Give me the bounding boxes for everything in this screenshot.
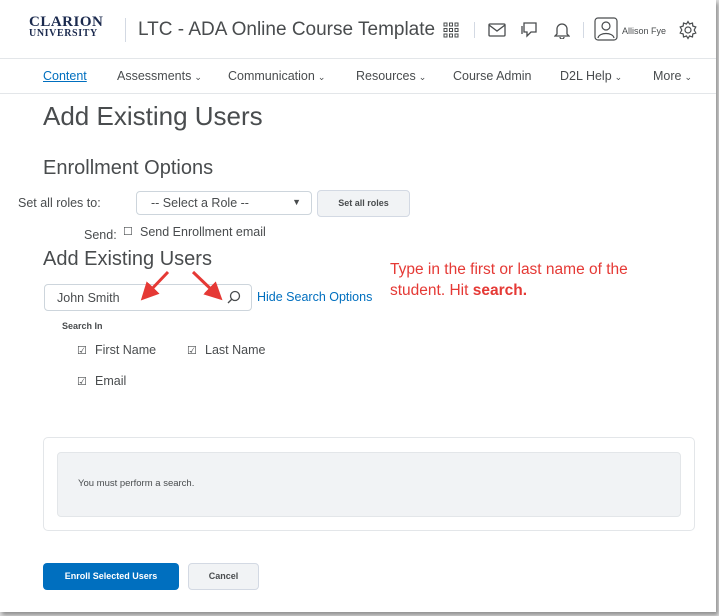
nav-item-content[interactable]: Content (43, 69, 87, 83)
logo-line1: CLARION (29, 14, 104, 30)
university-logo[interactable]: CLARION UNIVERSITY (29, 14, 104, 40)
role-select[interactable]: -- Select a Role -- ▼ (136, 191, 312, 215)
nav-item-label: Assessments (117, 69, 192, 83)
chevron-down-icon: ⌄ (418, 72, 427, 82)
nav-item-label: Communication (228, 69, 315, 83)
nav-item-label: D2L Help (560, 69, 612, 83)
course-navbar: Content Assessments ⌄ Communication ⌄ Reso… (0, 59, 716, 94)
hide-search-options-link[interactable]: Hide Search Options (257, 290, 372, 304)
set-all-roles-label: Set all roles to: (18, 196, 101, 210)
send-email-label: Send Enrollment email (140, 225, 266, 239)
gear-icon[interactable] (677, 19, 699, 41)
add-users-heading: Add Existing Users (43, 248, 212, 270)
search-input[interactable]: John Smith (44, 284, 252, 311)
nav-item-label: More (653, 69, 682, 83)
icon-divider (474, 22, 475, 38)
top-bar: CLARION UNIVERSITY LTC - ADA Online Cour… (0, 0, 716, 59)
first-name-label: First Name (95, 343, 157, 357)
nav-item-label: Content (43, 69, 87, 83)
email-checkbox[interactable]: ☑ (77, 375, 87, 388)
nav-item-course-admin[interactable]: Course Admin (453, 69, 532, 83)
course-title[interactable]: LTC - ADA Online Course Template (138, 19, 435, 41)
send-label: Send: (84, 228, 117, 242)
last-name-label: Last Name (205, 343, 266, 357)
search-icon[interactable] (227, 290, 241, 307)
nav-item-communication[interactable]: Communication ⌄ (228, 69, 325, 83)
send-email-checkbox[interactable]: ☐ (123, 225, 133, 238)
nav-item-assessments[interactable]: Assessments ⌄ (117, 69, 202, 83)
page-title: Add Existing Users (43, 101, 263, 131)
chevron-down-icon: ⌄ (684, 72, 693, 82)
nav-item-label: Course Admin (453, 69, 532, 83)
user-name[interactable]: Allison Fye (622, 26, 666, 36)
annotation-bold-text: search. (472, 282, 528, 299)
enroll-selected-users-button[interactable]: Enroll Selected Users (43, 563, 179, 590)
chat-icon[interactable] (518, 19, 540, 41)
search-in-label: Search In (62, 321, 103, 331)
nav-item-label: Resources (356, 69, 416, 83)
role-select-value: -- Select a Role -- (151, 196, 249, 210)
results-message: You must perform a search. (78, 478, 195, 489)
search-input-value: John Smith (57, 291, 120, 305)
set-all-roles-button[interactable]: Set all roles (317, 190, 410, 217)
chevron-down-icon: ⌄ (194, 72, 202, 82)
instruction-annotation: Type in the first or last name of the st… (390, 259, 650, 301)
app-window: CLARION UNIVERSITY LTC - ADA Online Cour… (0, 0, 716, 612)
nav-item-resources[interactable]: Resources ⌄ (356, 69, 426, 83)
mail-icon[interactable] (487, 20, 507, 40)
logo-divider (125, 18, 126, 42)
user-avatar-icon[interactable] (594, 17, 618, 41)
last-name-checkbox[interactable]: ☑ (187, 344, 197, 357)
email-label: Email (95, 374, 127, 388)
cancel-button[interactable]: Cancel (188, 563, 259, 590)
chevron-down-icon: ⌄ (317, 72, 326, 82)
nav-item-d2l-help[interactable]: D2L Help ⌄ (560, 69, 622, 83)
logo-line2: UNIVERSITY (29, 28, 98, 39)
bell-icon[interactable] (551, 19, 573, 41)
chevron-down-icon: ⌄ (614, 72, 623, 82)
chevron-down-icon: ▼ (292, 197, 301, 207)
enrollment-options-heading: Enrollment Options (43, 157, 214, 179)
first-name-checkbox[interactable]: ☑ (77, 344, 87, 357)
nav-item-more[interactable]: More ⌄ (653, 69, 692, 83)
waffle-icon[interactable] (441, 20, 461, 40)
user-divider (583, 22, 584, 38)
